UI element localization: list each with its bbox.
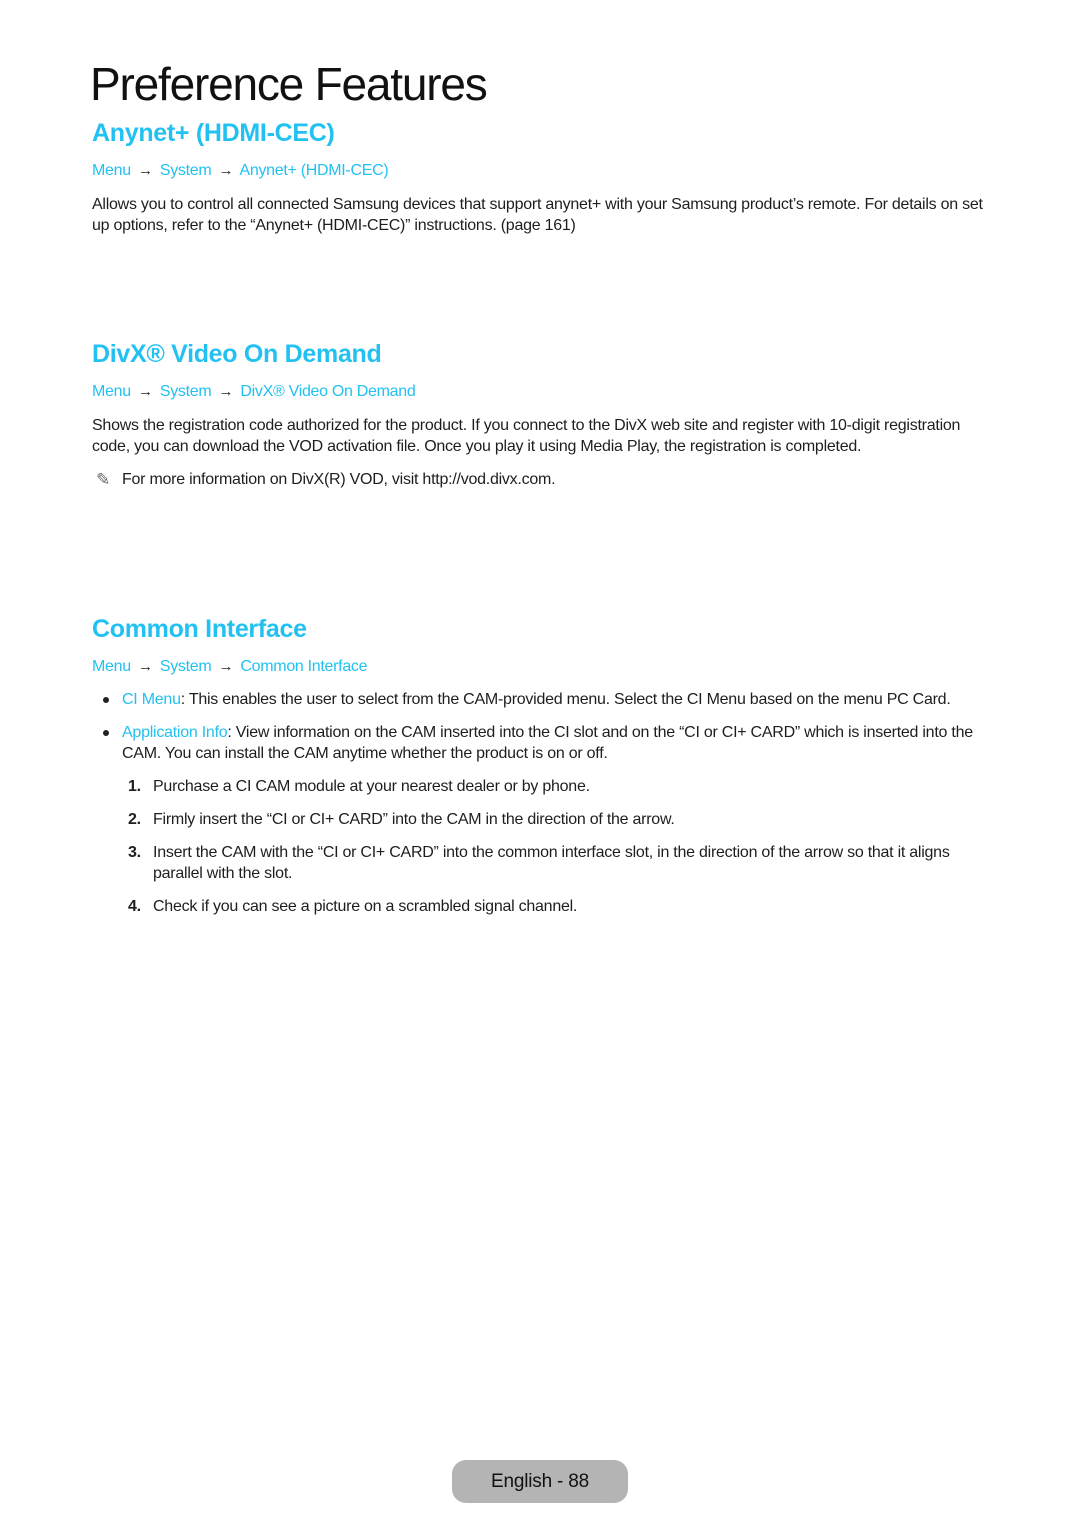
feature-list: CI Menu: This enables the user to select…: [92, 689, 992, 764]
term-application-info[interactable]: Application Info: [122, 724, 228, 741]
breadcrumb-anynet[interactable]: Anynet+ (HDMI-CEC): [240, 162, 389, 179]
section-heading: Anynet+ (HDMI-CEC): [92, 119, 335, 147]
arrow-right-icon: →: [218, 162, 234, 179]
step-text: Insert the CAM with the “CI or CI+ CARD”…: [153, 844, 950, 882]
section-divx-vod: DivX® Video On Demand Menu → System → Di…: [92, 338, 992, 490]
arrow-right-icon: →: [137, 162, 153, 179]
breadcrumb-divx-vod[interactable]: DivX® Video On Demand: [240, 383, 415, 400]
breadcrumb-menu[interactable]: Menu: [92, 162, 131, 179]
section-description: Shows the registration code authorized f…: [92, 417, 961, 455]
list-item-ci-menu: CI Menu: This enables the user to select…: [92, 689, 992, 710]
note: ✎ For more information on DivX(R) VOD, v…: [92, 469, 992, 490]
breadcrumb: Menu → System → Common Interface: [92, 657, 992, 677]
step-number: 2.: [128, 811, 141, 828]
step-text: Firmly insert the “CI or CI+ CARD” into …: [153, 811, 675, 828]
step-item: 4. Check if you can see a picture on a s…: [92, 896, 992, 917]
section-description: Allows you to control all connected Sams…: [92, 196, 983, 234]
breadcrumb-menu[interactable]: Menu: [92, 658, 131, 675]
page-title: Preference Features: [90, 58, 488, 110]
step-item: 2. Firmly insert the “CI or CI+ CARD” in…: [92, 809, 992, 830]
item-description: : This enables the user to select from t…: [180, 691, 951, 708]
section-anynet: Anynet+ (HDMI-CEC) Menu → System → Anyne…: [92, 117, 992, 236]
arrow-right-icon: →: [218, 383, 234, 400]
bullet-icon: [103, 730, 109, 736]
step-item: 1. Purchase a CI CAM module at your near…: [92, 776, 992, 797]
note-text: For more information on DivX(R) VOD, vis…: [122, 471, 556, 488]
arrow-right-icon: →: [137, 383, 153, 400]
step-text: Purchase a CI CAM module at your nearest…: [153, 778, 590, 795]
breadcrumb: Menu → System → Anynet+ (HDMI-CEC): [92, 161, 992, 181]
step-number: 3.: [128, 844, 141, 861]
step-text: Check if you can see a picture on a scra…: [153, 898, 578, 915]
breadcrumb-system[interactable]: System: [160, 658, 212, 675]
pencil-note-icon: ✎: [96, 470, 110, 489]
section-heading: DivX® Video On Demand: [92, 340, 382, 368]
term-ci-menu[interactable]: CI Menu: [122, 691, 181, 708]
breadcrumb-common-interface[interactable]: Common Interface: [240, 658, 367, 675]
breadcrumb-system[interactable]: System: [160, 383, 212, 400]
arrow-right-icon: →: [218, 658, 234, 675]
item-description: : View information on the CAM inserted i…: [122, 724, 973, 762]
step-number: 1.: [128, 778, 141, 795]
breadcrumb-menu[interactable]: Menu: [92, 383, 131, 400]
page-number-badge: English - 88: [452, 1460, 628, 1503]
section-heading: Common Interface: [92, 615, 307, 643]
step-item: 3. Insert the CAM with the “CI or CI+ CA…: [92, 842, 992, 884]
breadcrumb: Menu → System → DivX® Video On Demand: [92, 382, 992, 402]
breadcrumb-system[interactable]: System: [160, 162, 212, 179]
step-number: 4.: [128, 898, 141, 915]
step-list: 1. Purchase a CI CAM module at your near…: [92, 776, 992, 917]
section-common-interface: Common Interface Menu → System → Common …: [92, 613, 992, 929]
list-item-application-info: Application Info: View information on th…: [92, 722, 992, 764]
bullet-icon: [103, 697, 109, 703]
arrow-right-icon: →: [137, 658, 153, 675]
